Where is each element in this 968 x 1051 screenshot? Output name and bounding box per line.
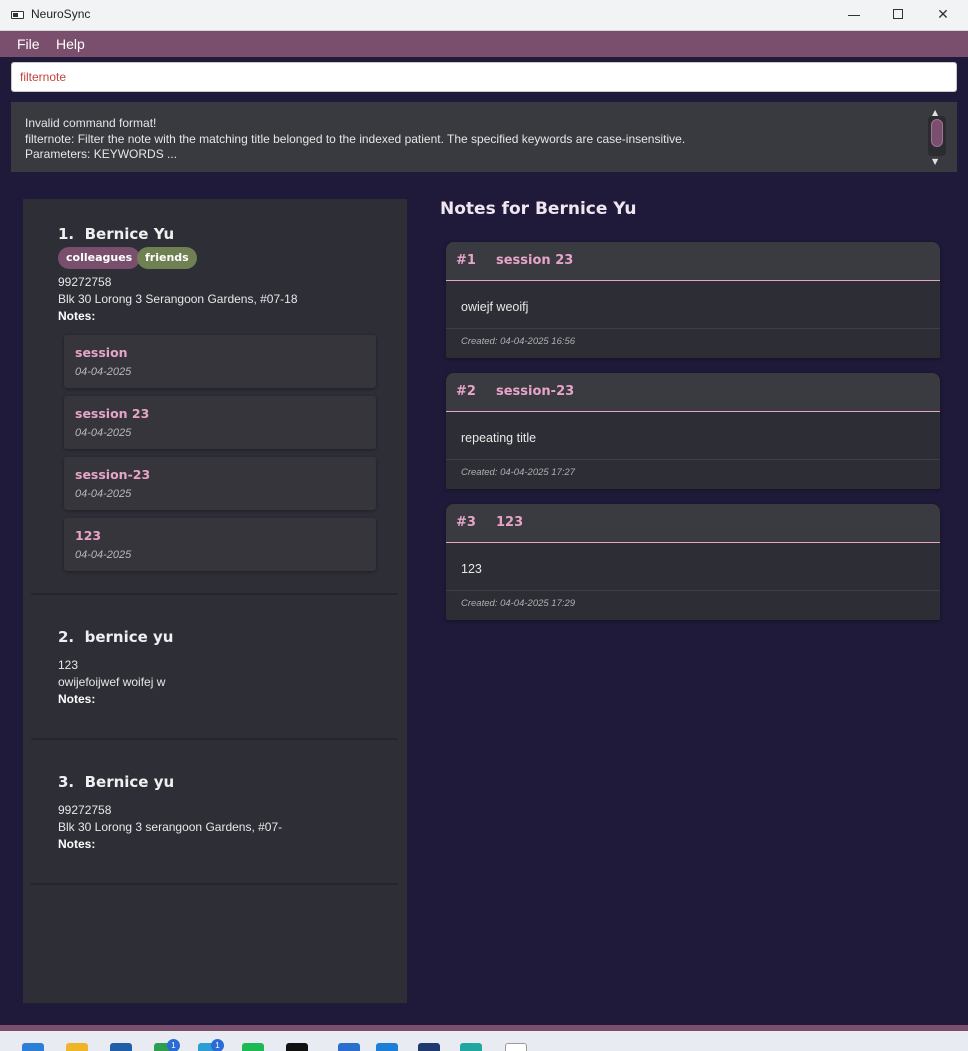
note-card[interactable]: #2 session-23 repeating title Created: 0… [446,373,940,489]
note-date: 04-04-2025 [75,549,132,561]
note-card-title: 123 [496,515,524,530]
patient-address: owijefoijwef woifej w [58,675,166,689]
notes-panel-heading: Notes for Bernice Yu [440,199,637,219]
patient-name: 2. bernice yu [58,628,174,646]
note-item[interactable]: 123 04-04-2025 [64,518,376,571]
patient-name: 1. Bernice Yu [58,225,175,243]
file-explorer-icon[interactable] [66,1043,88,1051]
notes-label: Notes: [58,692,96,706]
note-created-date: Created: 04-04-2025 17:29 [461,598,576,609]
note-title: session [75,345,128,360]
notes-label: Notes: [58,837,96,851]
vscode-icon[interactable] [338,1043,360,1051]
scroll-down-icon[interactable]: ▼ [932,157,938,166]
os-taskbar: 1 1 [0,1031,968,1051]
app-icon [11,11,24,19]
note-created-date: Created: 04-04-2025 16:56 [461,336,576,347]
note-card-header: #3 123 [446,504,940,543]
note-item[interactable]: session-23 04-04-2025 [64,457,376,510]
note-date: 04-04-2025 [75,366,132,378]
note-number: #1 [456,253,476,268]
patient-address: Blk 30 Lorong 3 serangoon Gardens, #07- [58,820,283,834]
note-card-header: #2 session-23 [446,373,940,412]
note-date: 04-04-2025 [75,427,132,439]
result-message: Invalid command format! filternote: Filt… [25,116,686,161]
title-bar: NeuroSync ✕ [0,0,968,31]
editor-icon[interactable] [376,1043,398,1051]
patient-phone: 99272758 [58,803,112,817]
patient-card[interactable]: 3. Bernice yu 99272758 Blk 30 Lorong 3 s… [31,740,398,885]
notes-label: Notes: [58,309,96,323]
close-icon: ✕ [937,7,949,23]
note-item[interactable]: session 04-04-2025 [64,335,376,388]
tag-friends: friends [137,247,197,269]
note-card-title: session-23 [496,384,575,399]
note-card-divider [446,459,940,460]
patient-card[interactable]: 2. bernice yu 123 owijefoijwef woifej w … [31,595,398,740]
neurosync-taskbar-icon[interactable] [460,1043,482,1051]
terminal-icon[interactable] [286,1043,308,1051]
maximize-button[interactable] [875,0,921,31]
patient-address: Blk 30 Lorong 3 Serangoon Gardens, #07-1… [58,292,298,306]
result-scrollbar[interactable] [928,116,946,156]
note-card-title: session 23 [496,253,574,268]
note-title: 123 [75,528,102,543]
patient-phone: 99272758 [58,275,112,289]
window-title: NeuroSync [31,7,91,21]
result-display: Invalid command format! filternote: Filt… [11,102,957,172]
note-card-header: #1 session 23 [446,242,940,281]
note-date: 04-04-2025 [75,488,132,500]
note-card-divider [446,328,940,329]
note-title: session 23 [75,406,150,421]
minimize-icon [848,15,860,16]
note-card[interactable]: #1 session 23 owiejf weoifj Created: 04-… [446,242,940,358]
note-number: #3 [456,515,476,530]
command-input[interactable] [11,62,957,92]
spotify-icon[interactable] [242,1043,264,1051]
note-card-body: owiejf weoifj [461,300,529,314]
intellij-icon[interactable] [418,1043,440,1051]
notepad-icon[interactable] [505,1043,527,1051]
scrollbar-thumb[interactable] [931,119,943,147]
note-item[interactable]: session 23 04-04-2025 [64,396,376,449]
notification-badge: 1 [211,1039,224,1051]
menu-help[interactable]: Help [56,36,85,52]
app-icon-generic[interactable] [110,1043,132,1051]
patient-card[interactable]: 1. Bernice Yu colleagues friends 9927275… [31,199,398,595]
patient-phone: 123 [58,658,79,672]
note-card-divider [446,590,940,591]
note-card[interactable]: #3 123 123 Created: 04-04-2025 17:29 [446,504,940,620]
command-box [0,57,968,99]
menu-bar: File Help [0,31,968,57]
note-card-body: repeating title [461,431,537,445]
minimize-button[interactable] [831,0,877,31]
note-card-body: 123 [461,562,482,576]
note-title: session-23 [75,467,151,482]
note-number: #2 [456,384,476,399]
patient-list: 1. Bernice Yu colleagues friends 9927275… [23,199,407,1003]
notification-badge: 1 [167,1039,180,1051]
note-created-date: Created: 04-04-2025 17:27 [461,467,576,478]
tag-colleagues: colleagues [58,247,141,269]
menu-file[interactable]: File [17,36,40,52]
start-icon[interactable] [22,1043,44,1051]
close-button[interactable]: ✕ [920,0,966,31]
maximize-icon [893,9,903,19]
patient-name: 3. Bernice yu [58,773,175,791]
